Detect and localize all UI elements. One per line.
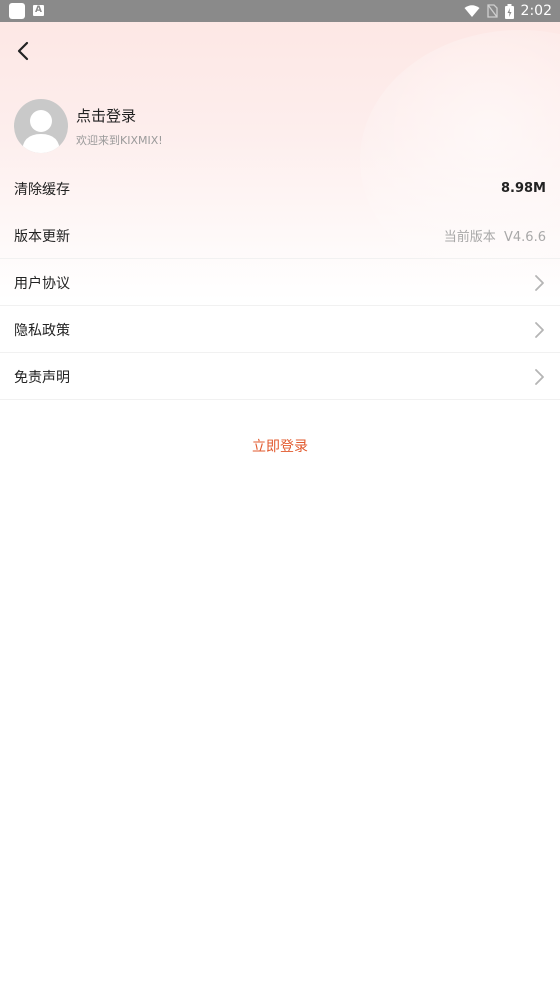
wifi-icon [464,4,480,17]
version-update-label: 版本更新 [14,228,70,245]
privacy-policy-label: 隐私政策 [14,322,70,339]
clock-time: 2:02 [520,3,552,19]
clear-cache-item[interactable]: 清除缓存 8.98M [0,165,560,212]
current-version-value: 当前版本 V4.6.6 [443,230,546,245]
user-agreement-item[interactable]: 用户协议 [0,259,560,306]
settings-menu: 清除缓存 8.98M 版本更新 当前版本 V4.6.6 用户协议 隐私政策 免责… [0,165,560,400]
cache-size-value: 8.98M [500,181,546,196]
privacy-policy-item[interactable]: 隐私政策 [0,306,560,353]
chevron-right-icon [535,368,544,385]
no-sim-icon [486,4,498,18]
a-notification-icon: A [33,5,44,16]
clear-cache-label: 清除缓存 [14,181,70,198]
battery-charging-icon [504,3,514,19]
version-update-item[interactable]: 版本更新 当前版本 V4.6.6 [0,212,560,259]
avatar[interactable] [14,99,68,153]
disclaimer-item[interactable]: 免责声明 [0,353,560,400]
status-bar: A 2:02 [0,0,560,22]
chevron-right-icon [535,274,544,291]
disclaimer-label: 免责声明 [14,369,70,386]
login-prompt[interactable]: 点击登录 [76,105,163,126]
login-now-button[interactable]: 立即登录 [0,436,560,456]
chevron-right-icon [535,321,544,338]
back-button[interactable] [12,38,36,64]
profile-section[interactable]: 点击登录 欢迎来到KIXMIX! [14,99,163,153]
app-notification-icon [9,3,25,19]
default-user-icon [22,110,60,153]
chevron-left-icon [17,41,29,61]
welcome-text: 欢迎来到KIXMIX! [76,133,163,147]
user-agreement-label: 用户协议 [14,275,70,292]
